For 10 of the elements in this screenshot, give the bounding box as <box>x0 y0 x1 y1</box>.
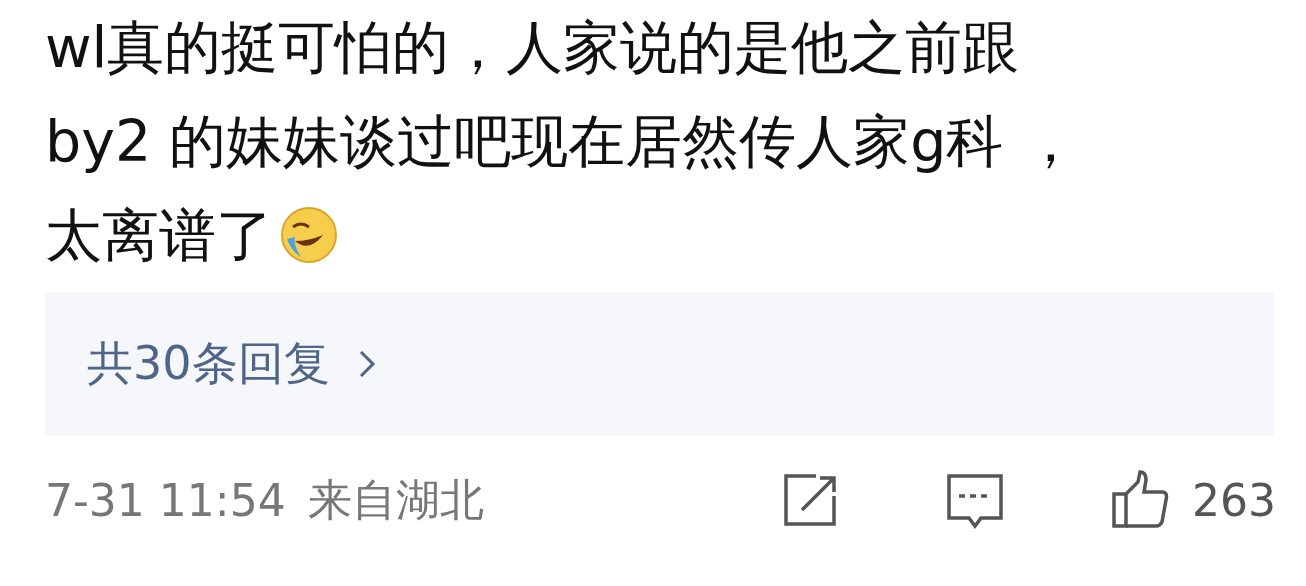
comment-text: by2 的妹妹谈过吧现在居然传人家g科 ， <box>45 107 1079 176</box>
comment-time: 7-31 11:54 <box>45 474 286 526</box>
comment-text: 太离谱了 <box>45 201 273 270</box>
replies-link[interactable]: 共30条回复 <box>87 333 376 395</box>
chevron-icon <box>357 349 376 379</box>
like-count: 263 <box>1192 474 1276 526</box>
comment-text: wl真的挺可怕的，人家说的是他之前跟 <box>45 13 1020 82</box>
laughing-crying-emoji-icon <box>279 205 339 265</box>
thumbs-up-icon[interactable] <box>1110 470 1170 530</box>
comment-location: 来自湖北 <box>307 472 484 527</box>
